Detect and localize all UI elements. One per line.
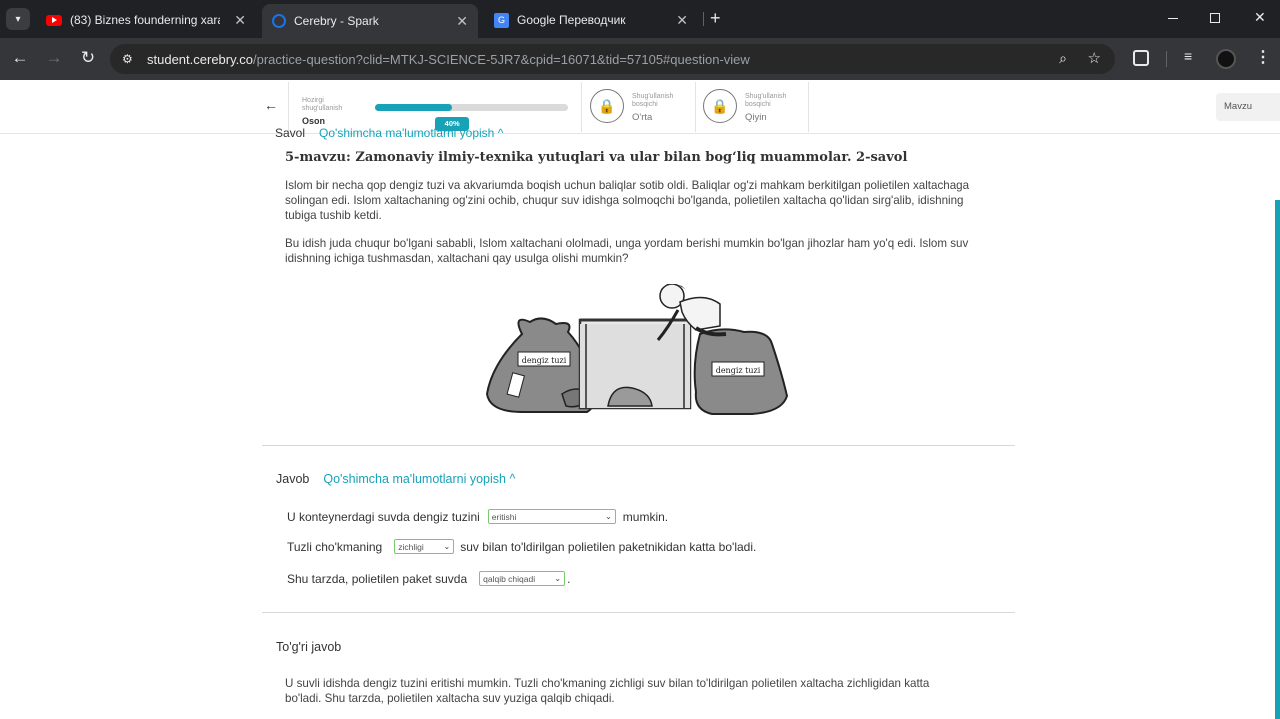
cerebry-icon	[272, 14, 286, 28]
locked-level-hard[interactable]: Shug'ullanish bosqichi Qiyin	[745, 93, 793, 123]
bag-label-right-text: dengiz tuzi	[716, 366, 761, 375]
correct-answer-label: To'g'ri javob	[276, 640, 342, 654]
chevron-up-icon: ^	[497, 126, 504, 140]
question-illustration: dengiz tuzi dengiz tuzi	[485, 284, 789, 415]
header-divider	[288, 82, 289, 132]
url-text: student.cerebry.co/practice-question?cli…	[147, 52, 750, 67]
tab-separator	[703, 12, 704, 26]
dropdown-3[interactable]: qalqib chiqadi ⌄	[479, 571, 566, 586]
question-paragraph: Islom bir necha qop dengiz tuzi va akvar…	[285, 179, 970, 222]
question-title: 5-mavzu: Zamonaviy ilmiy-texnika yutuqla…	[285, 150, 908, 165]
tab-title: Cerebry - Spark	[294, 14, 379, 28]
level-name: Oson	[302, 116, 326, 126]
level-progress-bar	[375, 104, 568, 111]
lock-icon: 🔒	[590, 89, 624, 123]
question-toggle-link[interactable]: Qo'shimcha ma'lumotlarni yopish ^	[319, 126, 503, 140]
page-scrollbar[interactable]	[1275, 200, 1280, 719]
answer-text: U konteynerdagi suvda dengiz tuzini	[287, 509, 480, 524]
topic-button[interactable]: Mavzu	[1216, 93, 1280, 121]
extensions-icon[interactable]	[1133, 50, 1149, 66]
answer-line-1: U konteynerdagi suvda dengiz tuzini erit…	[287, 509, 668, 524]
question-section-header: Savol Qo'shimcha ma'lumotlarni yopish ^	[275, 126, 503, 140]
tab-youtube[interactable]: (83) Biznes founderning xarakte ✕	[36, 6, 256, 34]
level-name: O'rta	[632, 112, 653, 123]
lock-icon: 🔒	[703, 89, 737, 123]
close-tab-icon[interactable]: ✕	[456, 13, 468, 30]
answer-line-2: Tuzli cho'kmaning zichligi ⌄ suv bilan to…	[287, 539, 756, 554]
level-progress-fill	[375, 104, 453, 111]
question-paragraph: Bu idish juda chuqur bo'lgani sababli, I…	[285, 237, 969, 265]
close-tab-icon[interactable]: ✕	[234, 12, 246, 29]
tab-search-button[interactable]: ▾	[6, 8, 30, 30]
section-divider	[262, 612, 1015, 613]
forward-arrow-icon[interactable]: →	[42, 48, 66, 68]
chevron-down-icon: ⌄	[554, 574, 562, 583]
tab-title: (83) Biznes founderning xarakte	[70, 13, 220, 27]
chevron-down-icon: ⌄	[605, 512, 612, 521]
new-tab-button[interactable]: +	[710, 8, 721, 29]
level-caption: Shug'ullanish bosqichi	[632, 93, 674, 108]
dropdown-1[interactable]: eritishi ⌄	[487, 509, 616, 524]
tab-title: Google Переводчик	[517, 13, 626, 27]
bag-label-left-text: dengiz tuzi	[522, 356, 567, 365]
reload-icon[interactable]: ↻	[76, 48, 100, 68]
answer-line-3: Shu tarzda, polietilen paket suvda qalqi…	[287, 571, 570, 586]
header-divider	[695, 82, 696, 132]
header-divider	[581, 82, 582, 132]
tab-cerebry[interactable]: Cerebry - Spark ✕	[262, 4, 478, 38]
url-host: student.cerebry.co	[147, 51, 253, 67]
section-divider	[262, 445, 1015, 446]
zoom-icon[interactable]: ⌕	[1059, 50, 1067, 67]
question-label: Savol	[275, 126, 306, 140]
dropdown-value: eritishi	[491, 511, 517, 522]
dropdown-2[interactable]: zichligi ⌄	[394, 539, 455, 554]
answer-text: Tuzli cho'kmaning	[287, 539, 383, 554]
header-divider	[808, 82, 809, 132]
browser-toolbar: ← → ↻ ⚙ student.cerebry.co/practice-ques…	[0, 38, 1280, 80]
answer-text: Shu tarzda, polietilen paket suvda	[287, 571, 468, 586]
level-name: Qiyin	[745, 112, 767, 123]
answer-section-header: Javob Qo'shimcha ma'lumotlarni yopish ^	[276, 472, 515, 486]
level-caption: Hozirgi shug'ullanish	[302, 97, 343, 112]
google-translate-icon: G	[494, 12, 509, 28]
toolbar-separator	[1166, 51, 1167, 67]
toggle-text: Qo'shimcha ma'lumotlarni yopish	[319, 126, 495, 140]
chevron-down-icon: ⌄	[443, 542, 451, 551]
close-tab-icon[interactable]: ✕	[676, 12, 688, 29]
level-caption: Shug'ullanish bosqichi	[745, 93, 787, 108]
correct-answer-text: U suvli idishda dengiz tuzini eritishi m…	[285, 677, 930, 705]
bookmark-star-icon[interactable]: ☆	[1088, 49, 1101, 67]
restore-window-icon[interactable]	[1210, 13, 1220, 23]
browser-tab-bar: ▾ (83) Biznes founderning xarakte ✕ Cere…	[0, 0, 1280, 38]
profile-avatar[interactable]	[1216, 49, 1236, 69]
back-arrow-icon[interactable]: ←	[8, 48, 32, 68]
dropdown-value: zichligi	[398, 541, 424, 552]
chevron-up-icon: ^	[509, 472, 516, 486]
answer-text: mumkin.	[622, 509, 669, 524]
locked-level-medium[interactable]: Shug'ullanish bosqichi O'rta	[632, 93, 680, 123]
site-info-icon[interactable]: ⚙	[122, 52, 133, 66]
current-level: Hozirgi shug'ullanish Oson	[302, 97, 362, 126]
browser-menu-icon[interactable]: ⋮	[1255, 47, 1271, 67]
tab-google-translate[interactable]: G Google Переводчик ✕	[484, 6, 698, 34]
toggle-text: Qo'shimcha ma'lumotlarni yopish	[323, 472, 506, 486]
youtube-icon	[46, 14, 62, 26]
answer-text: .	[567, 571, 571, 586]
address-bar[interactable]: ⚙ student.cerebry.co/practice-question?c…	[110, 44, 1115, 74]
minimize-window-icon[interactable]	[1168, 18, 1178, 19]
url-path: /practice-question?clid=MTKJ-SCIENCE-5JR…	[252, 51, 750, 67]
answer-text: suv bilan to'ldirilgan polietilen paketn…	[460, 539, 757, 554]
practice-header: ← Hozirgi shug'ullanish Oson 40% 🔒 Shug'…	[0, 80, 1280, 134]
answer-label: Javob	[276, 472, 310, 486]
answer-toggle-link[interactable]: Qo'shimcha ma'lumotlarni yopish ^	[323, 472, 515, 486]
close-window-icon[interactable]: ✕	[1254, 9, 1266, 26]
dropdown-value: qalqib chiqadi	[483, 573, 536, 584]
back-arrow-icon[interactable]: ←	[264, 97, 278, 113]
media-control-icon[interactable]: ≡	[1184, 48, 1192, 64]
